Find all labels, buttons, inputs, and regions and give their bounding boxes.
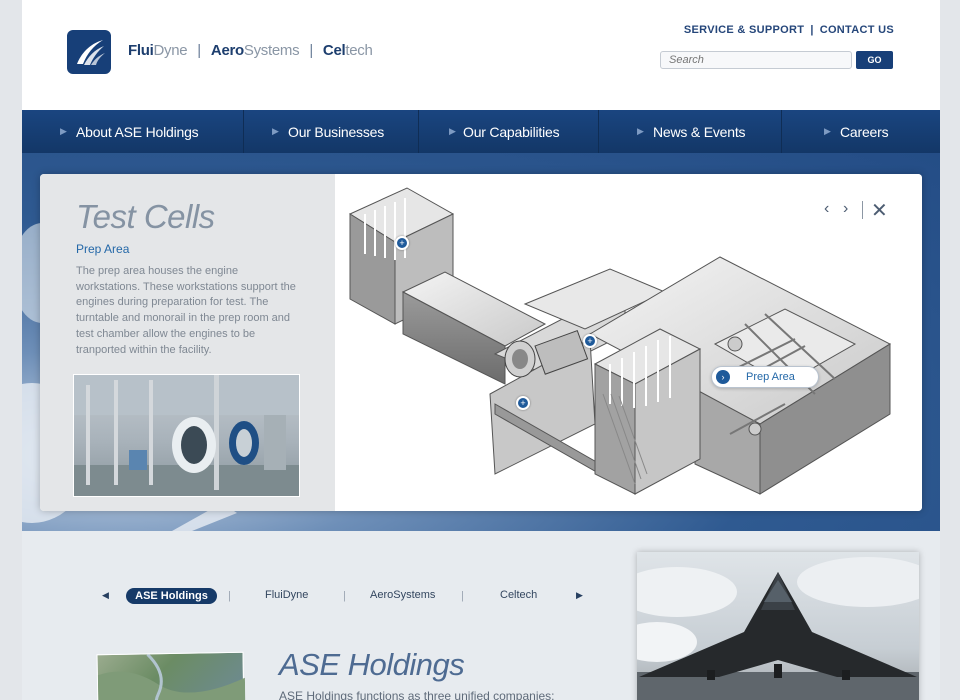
tab-ase-holdings[interactable]: ASE Holdings bbox=[126, 588, 217, 604]
tab-fluidyne[interactable]: FluiDyne bbox=[265, 589, 308, 601]
panel-subtitle: Prep Area bbox=[76, 242, 130, 256]
tab-separator: | bbox=[228, 590, 231, 602]
swoosh-logo-icon bbox=[77, 40, 105, 65]
utility-links: SERVICE & SUPPORT | CONTACT US bbox=[684, 24, 894, 36]
brand-fluidyne[interactable]: FluiDyne bbox=[128, 42, 188, 59]
close-icon[interactable]: ✕ bbox=[871, 198, 888, 223]
nav-item-label: Our Businesses bbox=[288, 123, 385, 140]
section-title: ASE Holdings bbox=[279, 647, 465, 682]
page: FluiDyne | AeroSystems | Celtech SERVICE… bbox=[22, 0, 940, 700]
test-cell-isometric-illustration bbox=[348, 187, 892, 495]
service-support-link[interactable]: SERVICE & SUPPORT bbox=[684, 24, 804, 36]
tab-aerosystems[interactable]: AeroSystems bbox=[370, 589, 435, 601]
test-cells-info: Test Cells Prep Area The prep area house… bbox=[40, 174, 335, 511]
ase-holdings-map-image bbox=[96, 651, 246, 700]
nav-item-about[interactable]: ▶ About ASE Holdings bbox=[22, 110, 244, 153]
nav-item-label: About ASE Holdings bbox=[76, 123, 199, 140]
header: FluiDyne | AeroSystems | Celtech SERVICE… bbox=[22, 0, 940, 110]
search-input[interactable] bbox=[660, 51, 852, 69]
nav-item-label: Our Capabilities bbox=[463, 123, 560, 140]
section-description: ASE Holdings functions as three unified … bbox=[279, 689, 555, 700]
brand-celtech[interactable]: Celtech bbox=[323, 42, 373, 59]
companies-section: ◀ ASE Holdings | FluiDyne | AeroSystems … bbox=[22, 531, 940, 700]
brand-separator: | bbox=[309, 42, 313, 59]
nav-item-careers[interactable]: ▶ Careers bbox=[782, 110, 940, 153]
chevron-right-icon: ▶ bbox=[449, 126, 456, 136]
prev-arrow-icon[interactable]: ◀ bbox=[102, 590, 109, 601]
next-arrow-icon[interactable]: › bbox=[843, 200, 848, 218]
brand-separator: | bbox=[197, 42, 201, 59]
utility-separator: | bbox=[810, 24, 814, 36]
chevron-right-icon: ▶ bbox=[272, 126, 279, 136]
hotspot-plus-icon[interactable]: + bbox=[516, 396, 530, 410]
nav-item-news-events[interactable]: ▶ News & Events bbox=[599, 110, 782, 153]
prep-area-callout[interactable]: › Prep Area bbox=[711, 366, 819, 388]
ase-logo[interactable] bbox=[67, 30, 111, 74]
next-arrow-icon[interactable]: ▶ bbox=[576, 590, 583, 601]
nav-item-capabilities[interactable]: ▶ Our Capabilities bbox=[419, 110, 599, 153]
chevron-right-icon: ▶ bbox=[60, 126, 67, 136]
hotspot-plus-icon[interactable]: + bbox=[395, 236, 409, 250]
controls-divider bbox=[862, 201, 863, 219]
chevron-right-icon: ▶ bbox=[824, 126, 831, 136]
prev-arrow-icon[interactable]: ‹ bbox=[824, 200, 829, 218]
brand-aerosystems[interactable]: AeroSystems bbox=[211, 42, 300, 59]
panel-description: The prep area houses the engine workstat… bbox=[76, 265, 296, 356]
tab-separator: | bbox=[343, 590, 346, 602]
hotspot-plus-icon[interactable]: + bbox=[583, 334, 597, 348]
test-cells-panel: Test Cells Prep Area The prep area house… bbox=[40, 174, 922, 511]
contact-us-link[interactable]: CONTACT US bbox=[820, 24, 894, 36]
nav-item-label: Careers bbox=[840, 123, 889, 140]
chevron-right-icon: › bbox=[716, 370, 730, 384]
search-go-button[interactable]: GO bbox=[856, 51, 893, 69]
nav-item-businesses[interactable]: ▶ Our Businesses bbox=[244, 110, 419, 153]
panel-title: Test Cells bbox=[76, 198, 215, 235]
stealth-aircraft-photo bbox=[637, 552, 919, 700]
company-tabs: ◀ ASE Holdings | FluiDyne | AeroSystems … bbox=[102, 580, 583, 610]
brand-list: FluiDyne | AeroSystems | Celtech bbox=[128, 42, 373, 59]
tab-celtech[interactable]: Celtech bbox=[500, 589, 537, 601]
main-nav: ▶ About ASE Holdings ▶ Our Businesses ▶ … bbox=[22, 110, 940, 153]
nav-item-label: News & Events bbox=[653, 123, 746, 140]
prep-area-photo bbox=[73, 374, 300, 497]
chevron-right-icon: ▶ bbox=[637, 126, 644, 136]
tab-separator: | bbox=[461, 590, 464, 602]
callout-label: Prep Area bbox=[746, 371, 795, 383]
hero-banner: Test Cells Prep Area The prep area house… bbox=[22, 153, 940, 531]
facility-diagram: + + + › Prep Area ‹ › ✕ bbox=[335, 174, 922, 511]
